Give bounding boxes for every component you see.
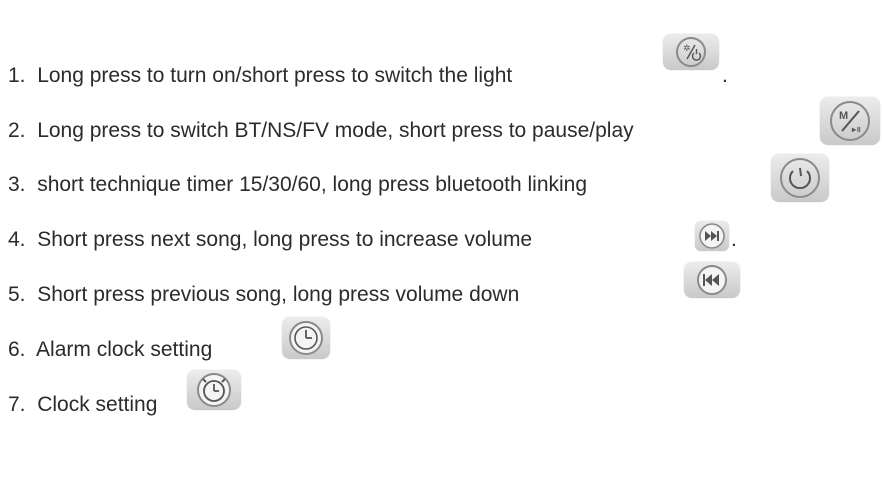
instruction-text: Clock setting bbox=[37, 393, 158, 416]
instruction-text: short technique timer 15/30/60, long pre… bbox=[37, 173, 588, 196]
clock-button-icon bbox=[187, 370, 241, 410]
instruction-number: 1. bbox=[8, 64, 26, 87]
instruction-number: 3. bbox=[8, 173, 26, 196]
svg-text:▸॥: ▸॥ bbox=[851, 125, 861, 134]
previous-track-button-icon bbox=[684, 262, 740, 298]
instruction-text: Long press to turn on/short press to swi… bbox=[37, 64, 513, 87]
instruction-text: Long press to switch BT/NS/FV mode, shor… bbox=[37, 119, 634, 142]
instruction-line-7: 7. Clock setting bbox=[8, 392, 157, 418]
timer-button-icon bbox=[771, 154, 829, 202]
instruction-text: Alarm clock setting bbox=[36, 338, 213, 361]
instruction-number: 2. bbox=[8, 119, 26, 142]
instruction-suffix: . bbox=[722, 64, 728, 87]
instruction-line-2: 2. Long press to switch BT/NS/FV mode, s… bbox=[8, 118, 634, 144]
instruction-number: 7. bbox=[8, 393, 26, 416]
instruction-suffix: . bbox=[731, 228, 737, 251]
instruction-line-4: 4. Short press next song, long press to … bbox=[8, 227, 532, 253]
instruction-line-3: 3. short technique timer 15/30/60, long … bbox=[8, 172, 587, 198]
instruction-text: Short press previous song, long press vo… bbox=[37, 283, 520, 306]
instruction-number: 6. bbox=[8, 338, 26, 361]
alarm-clock-button-icon bbox=[282, 317, 330, 359]
instruction-line-5: 5. Short press previous song, long press… bbox=[8, 282, 519, 308]
instruction-line-1: 1. Long press to turn on/short press to … bbox=[8, 63, 512, 89]
instruction-number: 4. bbox=[8, 228, 26, 251]
next-track-button-icon bbox=[695, 221, 729, 251]
instruction-number: 5. bbox=[8, 283, 26, 306]
instruction-text: Short press next song, long press to inc… bbox=[37, 228, 533, 251]
instruction-line-6: 6. Alarm clock setting bbox=[8, 337, 212, 363]
svg-text:M: M bbox=[839, 110, 848, 122]
light-power-button-icon: ✲ bbox=[663, 34, 719, 70]
svg-text:✲: ✲ bbox=[683, 43, 691, 53]
mode-play-pause-button-icon: M ▸॥ bbox=[820, 97, 880, 145]
